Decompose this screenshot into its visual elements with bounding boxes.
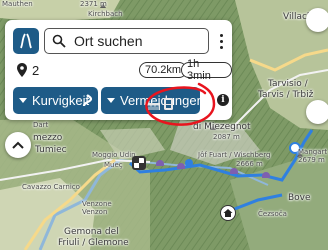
caret-down-icon: [107, 98, 115, 103]
map-label-mangart: Mangart: [298, 148, 328, 156]
map-label-mueç: Mueç: [104, 161, 123, 169]
map-label-peak-top: 2371 m: [80, 0, 107, 8]
collapse-panel-button[interactable]: [5, 132, 31, 158]
chevron-up-icon: [12, 141, 24, 149]
map-label-jofuart-elev: 2666 m: [236, 160, 263, 168]
map-label-tarvisio: Tarvisio /: [268, 79, 308, 89]
map-label-cavazzo: Cavazzo Carnico: [22, 183, 80, 191]
route-panel: Ort suchen 2 70.2km 1h 3min Kurvigkeit V…: [5, 20, 232, 120]
location-pin-icon: [17, 63, 27, 77]
home-marker[interactable]: [220, 205, 236, 221]
map-label-venzone: Venzone: [82, 200, 112, 208]
more-menu-button[interactable]: [214, 28, 228, 54]
curvy-road-icon: [82, 94, 93, 107]
map-label-tarvis: Tarvis / Trbiž: [258, 90, 314, 100]
waypoint-count: 2: [32, 63, 40, 78]
map-label-jofuart: Jôf Fuart / Wischberg: [198, 151, 271, 159]
map-label-dimiezegnot: di Miezegnot: [193, 122, 251, 132]
search-icon: [52, 34, 66, 48]
map-label-mangart-elev: 2679 m: [298, 156, 325, 164]
app-logo-button[interactable]: [13, 28, 39, 54]
curviness-label: Kurvigkeit: [32, 93, 90, 108]
avoid-icons: [147, 98, 173, 110]
map-label-cezsoca: Čezsoča: [258, 210, 287, 218]
info-button[interactable]: i: [217, 94, 229, 106]
map-label-friuli: Friuli / Glemone: [58, 238, 129, 248]
map-label-venzon: Venzon: [82, 208, 108, 216]
map-label-dart: Dart: [33, 121, 49, 129]
map-label-dimiezegnot-elev: 2087 m: [213, 133, 240, 141]
map-label-moggio: Moggio Udin: [92, 151, 136, 159]
map-label-tumiec: Tumiec: [35, 145, 67, 155]
map-label-mauthen: Mauthen: [2, 0, 33, 8]
map-label-bove: Bove: [288, 193, 311, 203]
finish-flag-marker[interactable]: [132, 156, 146, 170]
search-input[interactable]: Ort suchen: [44, 28, 209, 54]
curviness-dropdown[interactable]: Kurvigkeit: [13, 87, 98, 114]
avoidances-dropdown[interactable]: Vermeidungen: [101, 87, 204, 114]
home-icon: [223, 209, 233, 217]
map-label-mezzo: mezzo: [33, 133, 63, 143]
map-label-kirchbach: Kirchbach: [88, 10, 123, 18]
map-label-gemona: Gemona del: [64, 227, 119, 237]
caret-down-icon: [19, 98, 27, 103]
distance-badge: 70.2km: [139, 62, 188, 78]
road-icon: [20, 33, 32, 49]
map-layers-button[interactable]: [306, 8, 328, 32]
search-placeholder: Ort suchen: [74, 33, 143, 49]
map-locate-button[interactable]: [306, 100, 328, 124]
duration-badge: 1h 3min: [181, 58, 232, 82]
